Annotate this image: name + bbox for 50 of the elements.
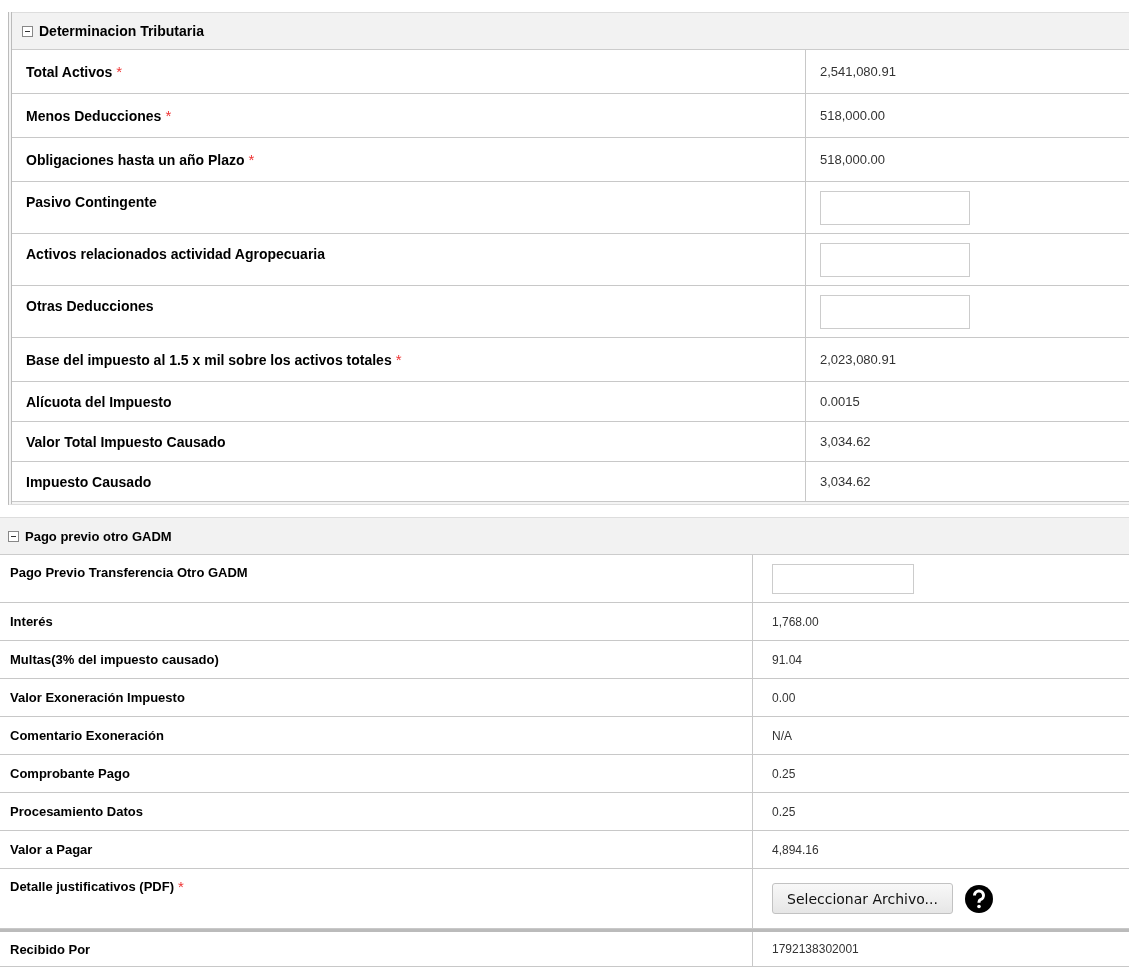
field-value: 0.00 [772,690,796,705]
field-label: Valor Exoneración Impuesto [10,690,185,705]
input-field[interactable] [820,242,970,277]
section-title: Determinacion Tributaria [39,23,204,39]
field-value: 3,034.62 [820,474,871,489]
field-label: Base del impuesto al 1.5 x mil sobre los activos totales [26,351,392,368]
section-title: Pago previo otro GADM [25,528,172,544]
field-label: Valor Total Impuesto Causado [26,433,226,450]
field-label: Detalle justificativos (PDF) [10,879,174,894]
field-label: Total Activos [26,63,113,80]
input-field[interactable] [820,190,970,225]
required-asterisk: * [395,352,402,367]
field-label: Obligaciones hasta un año Plazo [26,151,245,168]
input-field[interactable] [820,294,970,329]
field-label: Recibido Por [10,941,91,957]
required-asterisk: * [116,64,123,79]
field-label: Otras Deducciones [26,298,154,314]
field-label: Multas(3% del impuesto causado) [10,652,219,667]
field-value: 91.04 [772,652,803,667]
field-value: 2,023,080.91 [820,352,896,367]
input-field[interactable] [772,563,914,594]
field-label: Procesamiento Datos [10,804,143,819]
field-value: N/A [772,728,792,743]
field-value: 1792138302001 [772,942,859,956]
field-value: 518,000.00 [820,152,886,167]
collapse-icon[interactable] [22,25,33,37]
field-label: Comentario Exoneración [10,728,164,743]
field-label: Interés [10,614,53,629]
field-label: Pasivo Contingente [26,194,157,210]
field-value: 0.0015 [820,394,860,409]
select-file-button[interactable]: Seleccionar Archivo... [772,883,953,914]
field-value: 518,000.00 [820,108,886,123]
field-label: Menos Deducciones [26,107,162,124]
help-icon[interactable] [964,884,993,913]
field-value: 0.25 [772,766,796,781]
field-label: Pago Previo Transferencia Otro GADM [10,565,248,580]
field-value: 1,768.00 [772,614,819,629]
field-label: Impuesto Causado [26,473,152,490]
field-value: 4,894.16 [772,842,819,857]
field-label: Alícuota del Impuesto [26,393,172,410]
field-value: 0.25 [772,804,796,819]
field-label: Activos relacionados actividad Agropecuaria [26,246,326,262]
required-asterisk: * [248,152,255,167]
field-label: Valor a Pagar [10,842,93,857]
required-asterisk: * [165,108,172,123]
field-value: 3,034.62 [820,434,871,449]
field-label: Comprobante Pago [10,766,130,781]
required-asterisk: * [178,879,184,894]
field-value: 2,541,080.91 [820,64,896,79]
collapse-icon[interactable] [8,530,19,542]
